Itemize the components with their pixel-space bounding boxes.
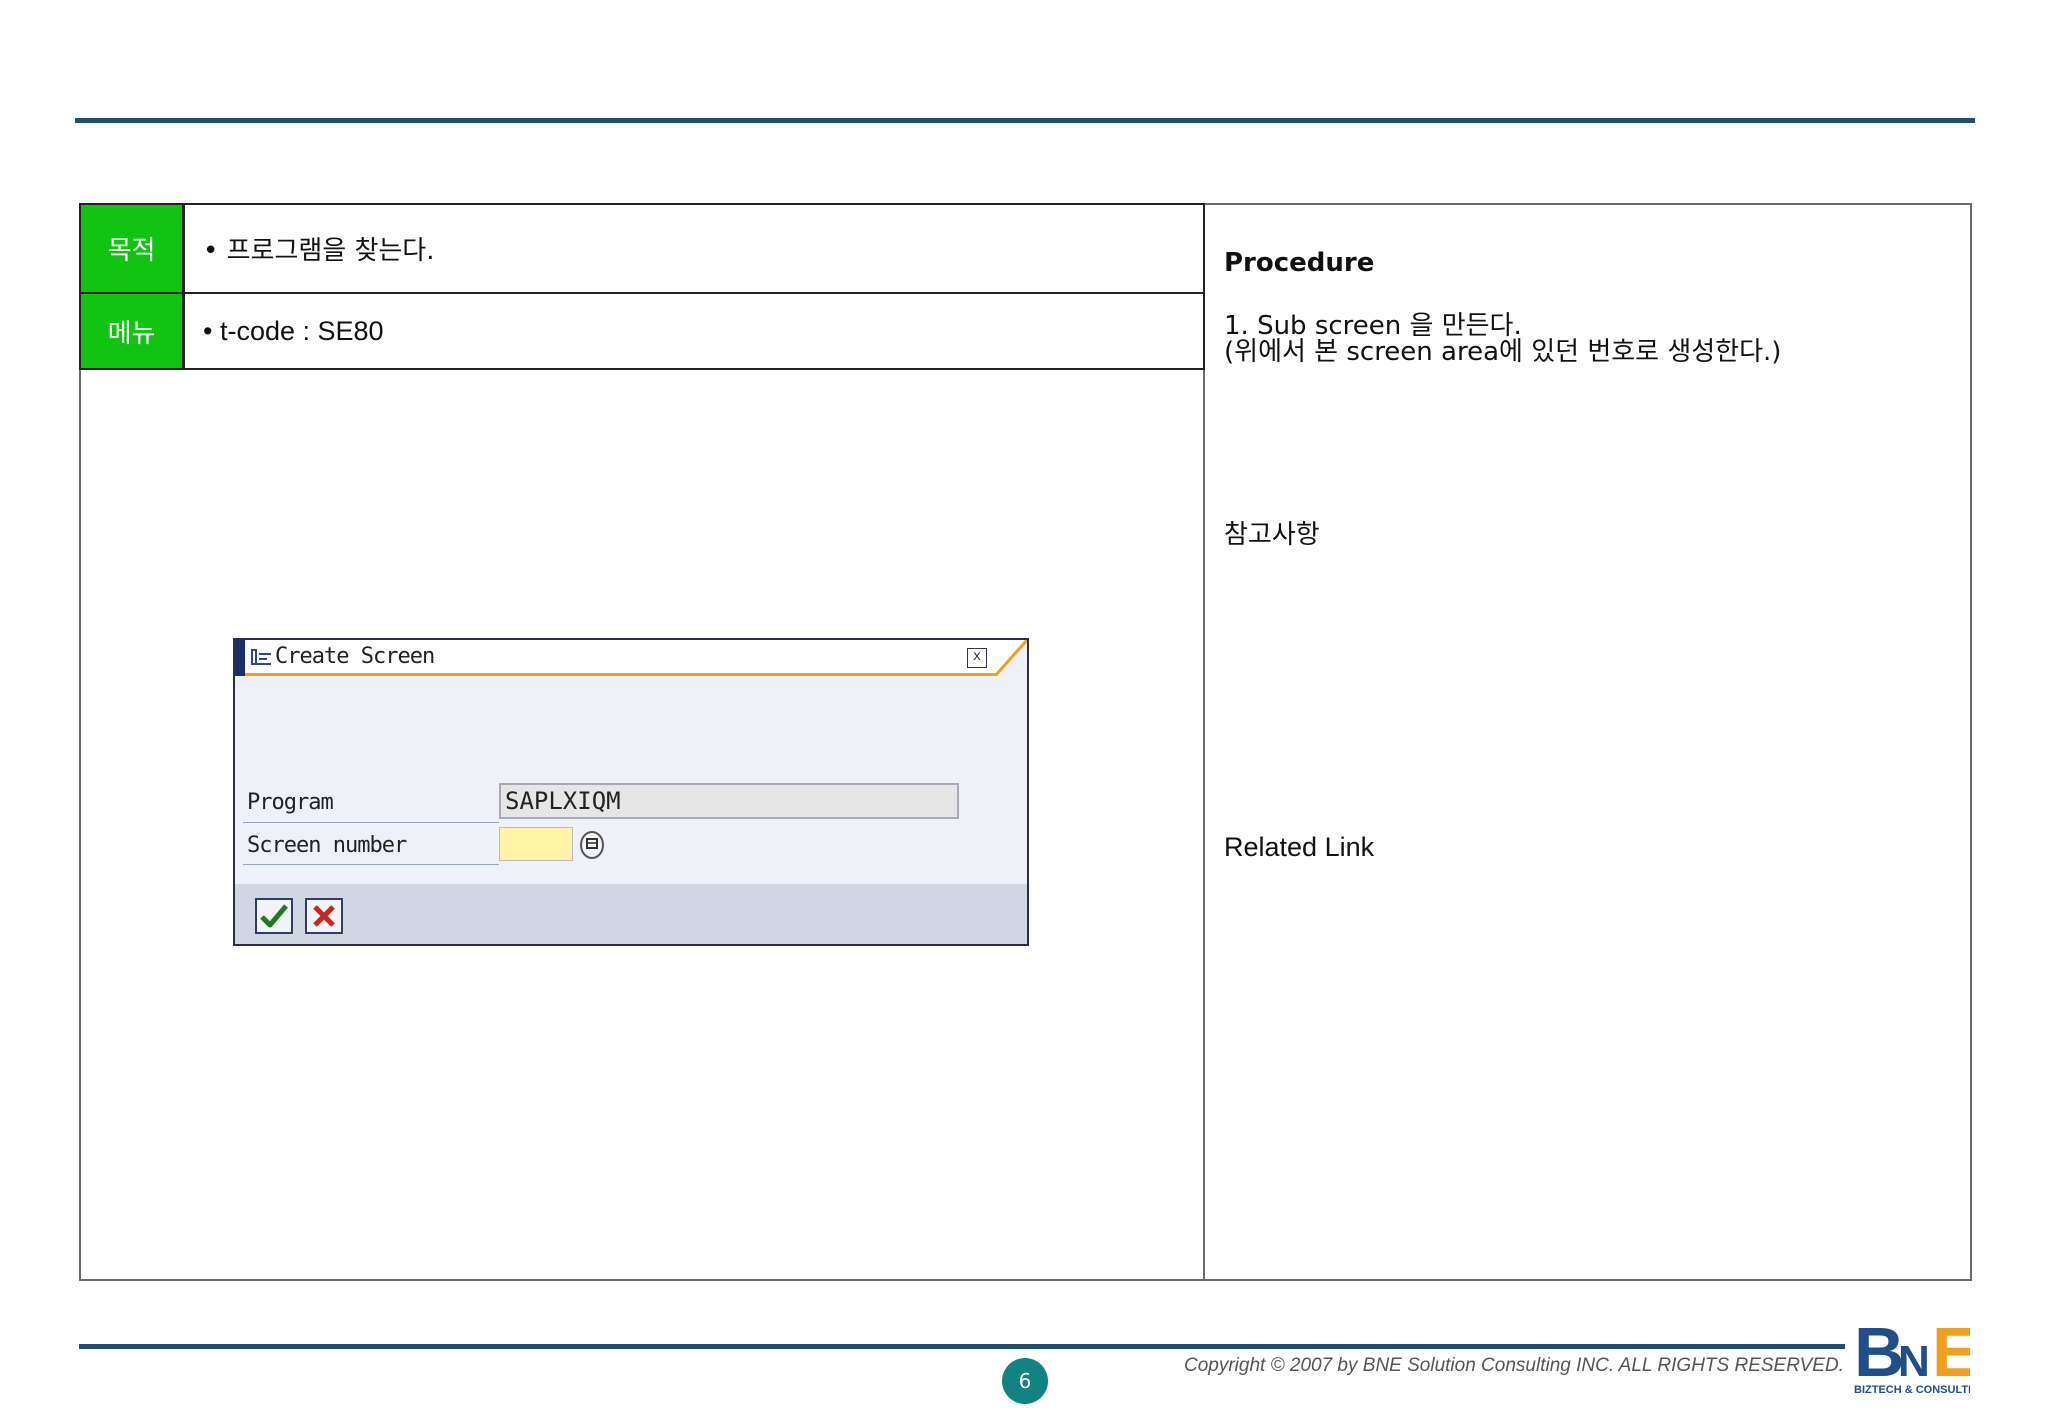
screen-window-icon <box>251 649 271 665</box>
page-number-badge: 6 <box>1002 1358 1048 1404</box>
program-label: Program <box>247 790 334 815</box>
program-underline <box>243 822 499 823</box>
screen-number-underline <box>243 864 499 865</box>
procedure-title: Procedure <box>1224 248 1375 278</box>
copyright-text: Copyright © 2007 by BNE Solution Consult… <box>1184 1355 1844 1376</box>
dialog-title: Create Screen <box>275 644 435 669</box>
purpose-value: • 프로그램을 찾는다. <box>183 203 1205 294</box>
dialog-titlebar[interactable]: Create Screen x <box>235 640 1027 676</box>
svg-text:B: B <box>1854 1318 1905 1391</box>
continue-button[interactable] <box>255 898 293 934</box>
titlebar-corner-icon <box>995 640 1027 676</box>
screen-number-input[interactable] <box>499 827 573 861</box>
purpose-label: 목적 <box>79 203 184 294</box>
dialog-button-bar <box>235 884 1027 944</box>
screen-number-label: Screen number <box>247 833 407 858</box>
cancel-button[interactable] <box>305 898 343 934</box>
svg-text:BIZTECH & CONSULTING: BIZTECH & CONSULTING <box>1854 1384 1970 1396</box>
reference-title: 참고사항 <box>1224 520 1320 550</box>
value-help-icon[interactable] <box>577 830 607 860</box>
related-link-title: Related Link <box>1224 832 1375 862</box>
svg-text:N: N <box>1898 1337 1930 1386</box>
dialog-titlebar-accent <box>235 640 245 676</box>
cancel-x-icon <box>313 905 335 927</box>
menu-value: • t-code : SE80 <box>183 292 1205 370</box>
menu-label: 메뉴 <box>79 292 184 370</box>
create-screen-dialog: Create Screen x Program SAPLXIQM Screen … <box>233 638 1029 946</box>
procedure-step-1-note: (위에서 본 screen area에 있던 번호로 생성한다.) <box>1224 337 1782 367</box>
close-icon[interactable]: x <box>967 648 987 668</box>
check-icon <box>260 904 288 928</box>
svg-text:E: E <box>1932 1318 1970 1391</box>
footer-rule <box>79 1344 1845 1349</box>
program-input[interactable]: SAPLXIQM <box>499 783 959 819</box>
header-rule <box>75 118 1975 123</box>
bne-logo: B N E BIZTECH & CONSULTING <box>1854 1318 1970 1396</box>
